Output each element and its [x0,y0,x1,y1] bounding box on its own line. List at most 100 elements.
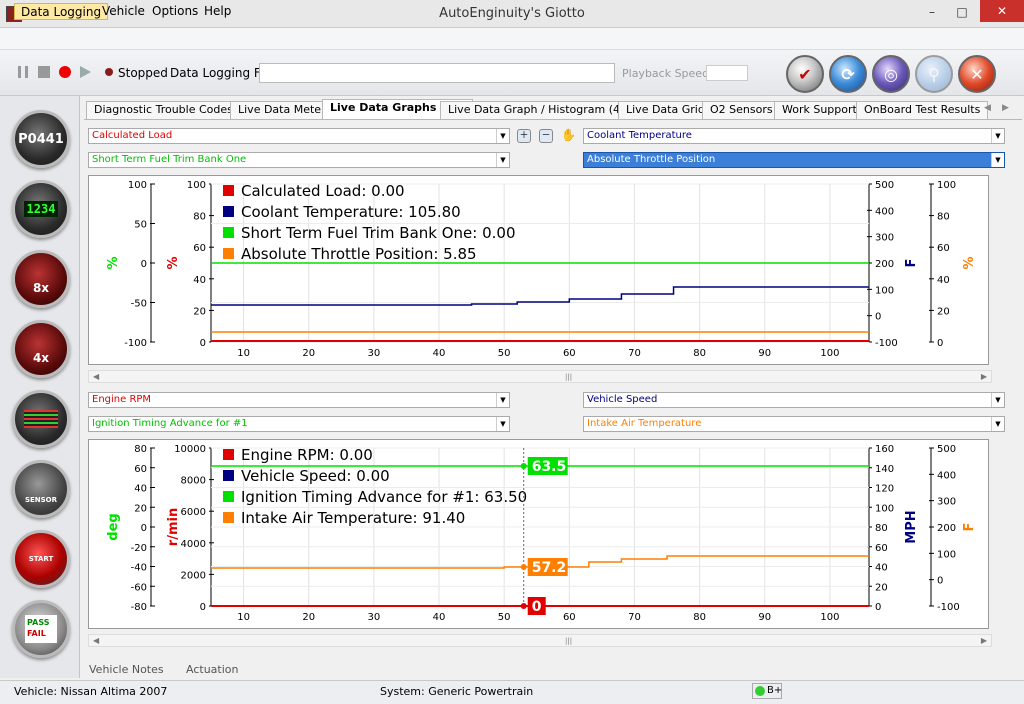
scan-button[interactable]: ◎ [872,55,910,93]
right-outer-unit: % [962,256,977,269]
graph1-left-top-select[interactable]: Calculated Load ▼ [88,128,510,144]
right-inner-label: 40 [875,563,888,574]
status-dot-icon [105,68,113,76]
live-data-grid-button[interactable] [12,390,70,448]
right-outer-label: 400 [937,470,956,481]
start-button-icon: START [28,555,54,563]
cursor-dot [520,463,527,469]
graph2-left-bottom-select[interactable]: Ignition Timing Advance for #1 ▼ [88,416,510,432]
graph2-right-bottom-select[interactable]: Intake Air Temperature ▼ [583,416,1005,432]
left-inner-unit: r/min [166,508,181,546]
cursor-label: 63.5 [532,459,567,475]
left-outer-label: -80 [131,602,147,613]
right-outer-label: 500 [937,444,956,455]
zoom-in-button[interactable]: ＋ [517,129,531,143]
scroll-left-icon[interactable]: ◀ [93,372,99,381]
live-data-meter-button[interactable]: 1234 [12,180,70,238]
right-inner-label: 100 [875,503,894,514]
right-inner-label: 400 [875,206,894,217]
checklist-button[interactable]: ✔ [786,55,824,93]
scroll-left-icon[interactable]: ◀ [93,636,99,645]
graph-4x-icon: 4x [32,351,50,365]
menu-help[interactable]: Help [198,3,237,20]
left-inner-label: 40 [193,275,206,286]
right-inner-label: 300 [875,233,894,244]
tab-scroll-right-icon[interactable]: ▶ [1002,103,1009,113]
left-inner-label: 20 [193,306,206,317]
exit-button[interactable]: ✕ [958,55,996,93]
graph1-left-top-value: Calculated Load [92,130,173,141]
grid-icon [24,410,58,428]
graph2-right-top-select[interactable]: Vehicle Speed ▼ [583,392,1005,408]
search-button[interactable]: ⚲ [915,55,953,93]
chevron-down-icon: ▼ [991,129,1004,143]
live-graph-4x-button[interactable]: 4x [12,320,70,378]
tab-scroll-left-icon[interactable]: ◀ [984,103,991,113]
legend-label: Intake Air Temperature: 91.40 [241,509,465,527]
record-icon[interactable] [59,66,71,78]
start-button[interactable]: START [12,530,70,588]
tab-actuation[interactable]: Actuation [186,663,238,676]
x-tick-label: 100 [820,612,839,623]
left-outer-label: 80 [134,444,147,455]
tab-live-data-meter[interactable]: Live Data Meter [230,101,334,119]
tab-o2-sensors[interactable]: O2 Sensors [702,101,781,119]
pause-icon[interactable] [18,66,28,78]
close-button[interactable]: ✕ [980,0,1024,22]
right-inner-label: 140 [875,464,894,475]
pass-fail-button[interactable]: PASS FAIL [12,600,70,658]
playback-speed-slider[interactable] [706,65,748,81]
menu-vehicle[interactable]: Vehicle [96,3,151,20]
tab-onboard-test-results[interactable]: OnBoard Test Results [856,101,989,119]
legend-swatch [223,227,234,238]
x-tick-label: 30 [368,612,381,623]
graph1-scrollbar[interactable]: ◀ ||| ▶ [88,370,992,383]
graph2-chart[interactable]: 10 20 30 40 50 60 70 80 90 100806040200-20-40-60-… [89,440,988,628]
x-tick-label: 20 [302,612,315,623]
pan-hand-icon[interactable]: ✋ [561,129,576,143]
minimize-button[interactable]: – [918,2,946,22]
legend-swatch [223,449,234,460]
tab-live-data-grid[interactable]: Live Data Grid [618,101,713,119]
scroll-right-icon[interactable]: ▶ [981,372,987,381]
menu-options[interactable]: Options [146,3,204,20]
refresh-button[interactable]: ⟳ [829,55,867,93]
scan-icon: ◎ [884,64,898,84]
graph1-right-top-select[interactable]: Coolant Temperature ▼ [583,128,1005,144]
dtc-button[interactable]: P0441 [12,110,70,168]
x-tick-label: 60 [563,348,576,359]
legend-label: Coolant Temperature: 105.80 [241,203,461,221]
status-vehicle: Vehicle: Nissan Altima 2007 [14,685,168,698]
scroll-thumb[interactable]: ||| [565,637,572,645]
play-icon[interactable] [80,66,91,78]
checklist-icon: ✔ [798,64,812,84]
graph1-chart[interactable]: 10 20 30 40 50 60 70 80 90 100100500-50-100100806… [89,176,988,364]
maximize-button[interactable]: □ [948,2,976,22]
tab-diagnostic-trouble-codes[interactable]: Diagnostic Trouble Codes [86,101,241,119]
scroll-thumb[interactable]: ||| [565,373,572,381]
right-inner-label: 160 [875,444,894,455]
graph1-left-bottom-select[interactable]: Short Term Fuel Trim Bank One ▼ [88,152,510,168]
left-inner-label: 4000 [181,539,206,550]
graph1-right-bottom-select[interactable]: Absolute Throttle Position ▼ [583,152,1005,168]
x-tick-label: 70 [628,612,641,623]
menu-data-logging[interactable]: Data Logging [14,3,109,20]
graph2-scrollbar[interactable]: ◀ ||| ▶ [88,634,992,647]
o2-sensor-button[interactable]: SENSOR [12,460,70,518]
scroll-right-icon[interactable]: ▶ [981,636,987,645]
tab-vehicle-notes[interactable]: Vehicle Notes [89,663,164,676]
zoom-out-button[interactable]: － [539,129,553,143]
tab-work-support[interactable]: Work Support [774,101,865,119]
left-outer-label: 40 [134,484,147,495]
tab-live-data-graph-histogram[interactable]: Live Data Graph / Histogram (4x) [440,101,639,119]
right-outer-label: -100 [937,602,960,613]
data-logging-file-input[interactable] [259,63,615,83]
stop-icon[interactable] [38,66,50,78]
left-outer-label: 100 [128,180,147,191]
live-graph-8x-button[interactable]: 8x [12,250,70,308]
left-outer-label: 20 [134,503,147,514]
chevron-down-icon: ▼ [991,393,1004,407]
legend-label: Absolute Throttle Position: 5.85 [241,245,477,263]
left-outer-label: -20 [131,543,147,554]
graph2-left-top-select[interactable]: Engine RPM ▼ [88,392,510,408]
